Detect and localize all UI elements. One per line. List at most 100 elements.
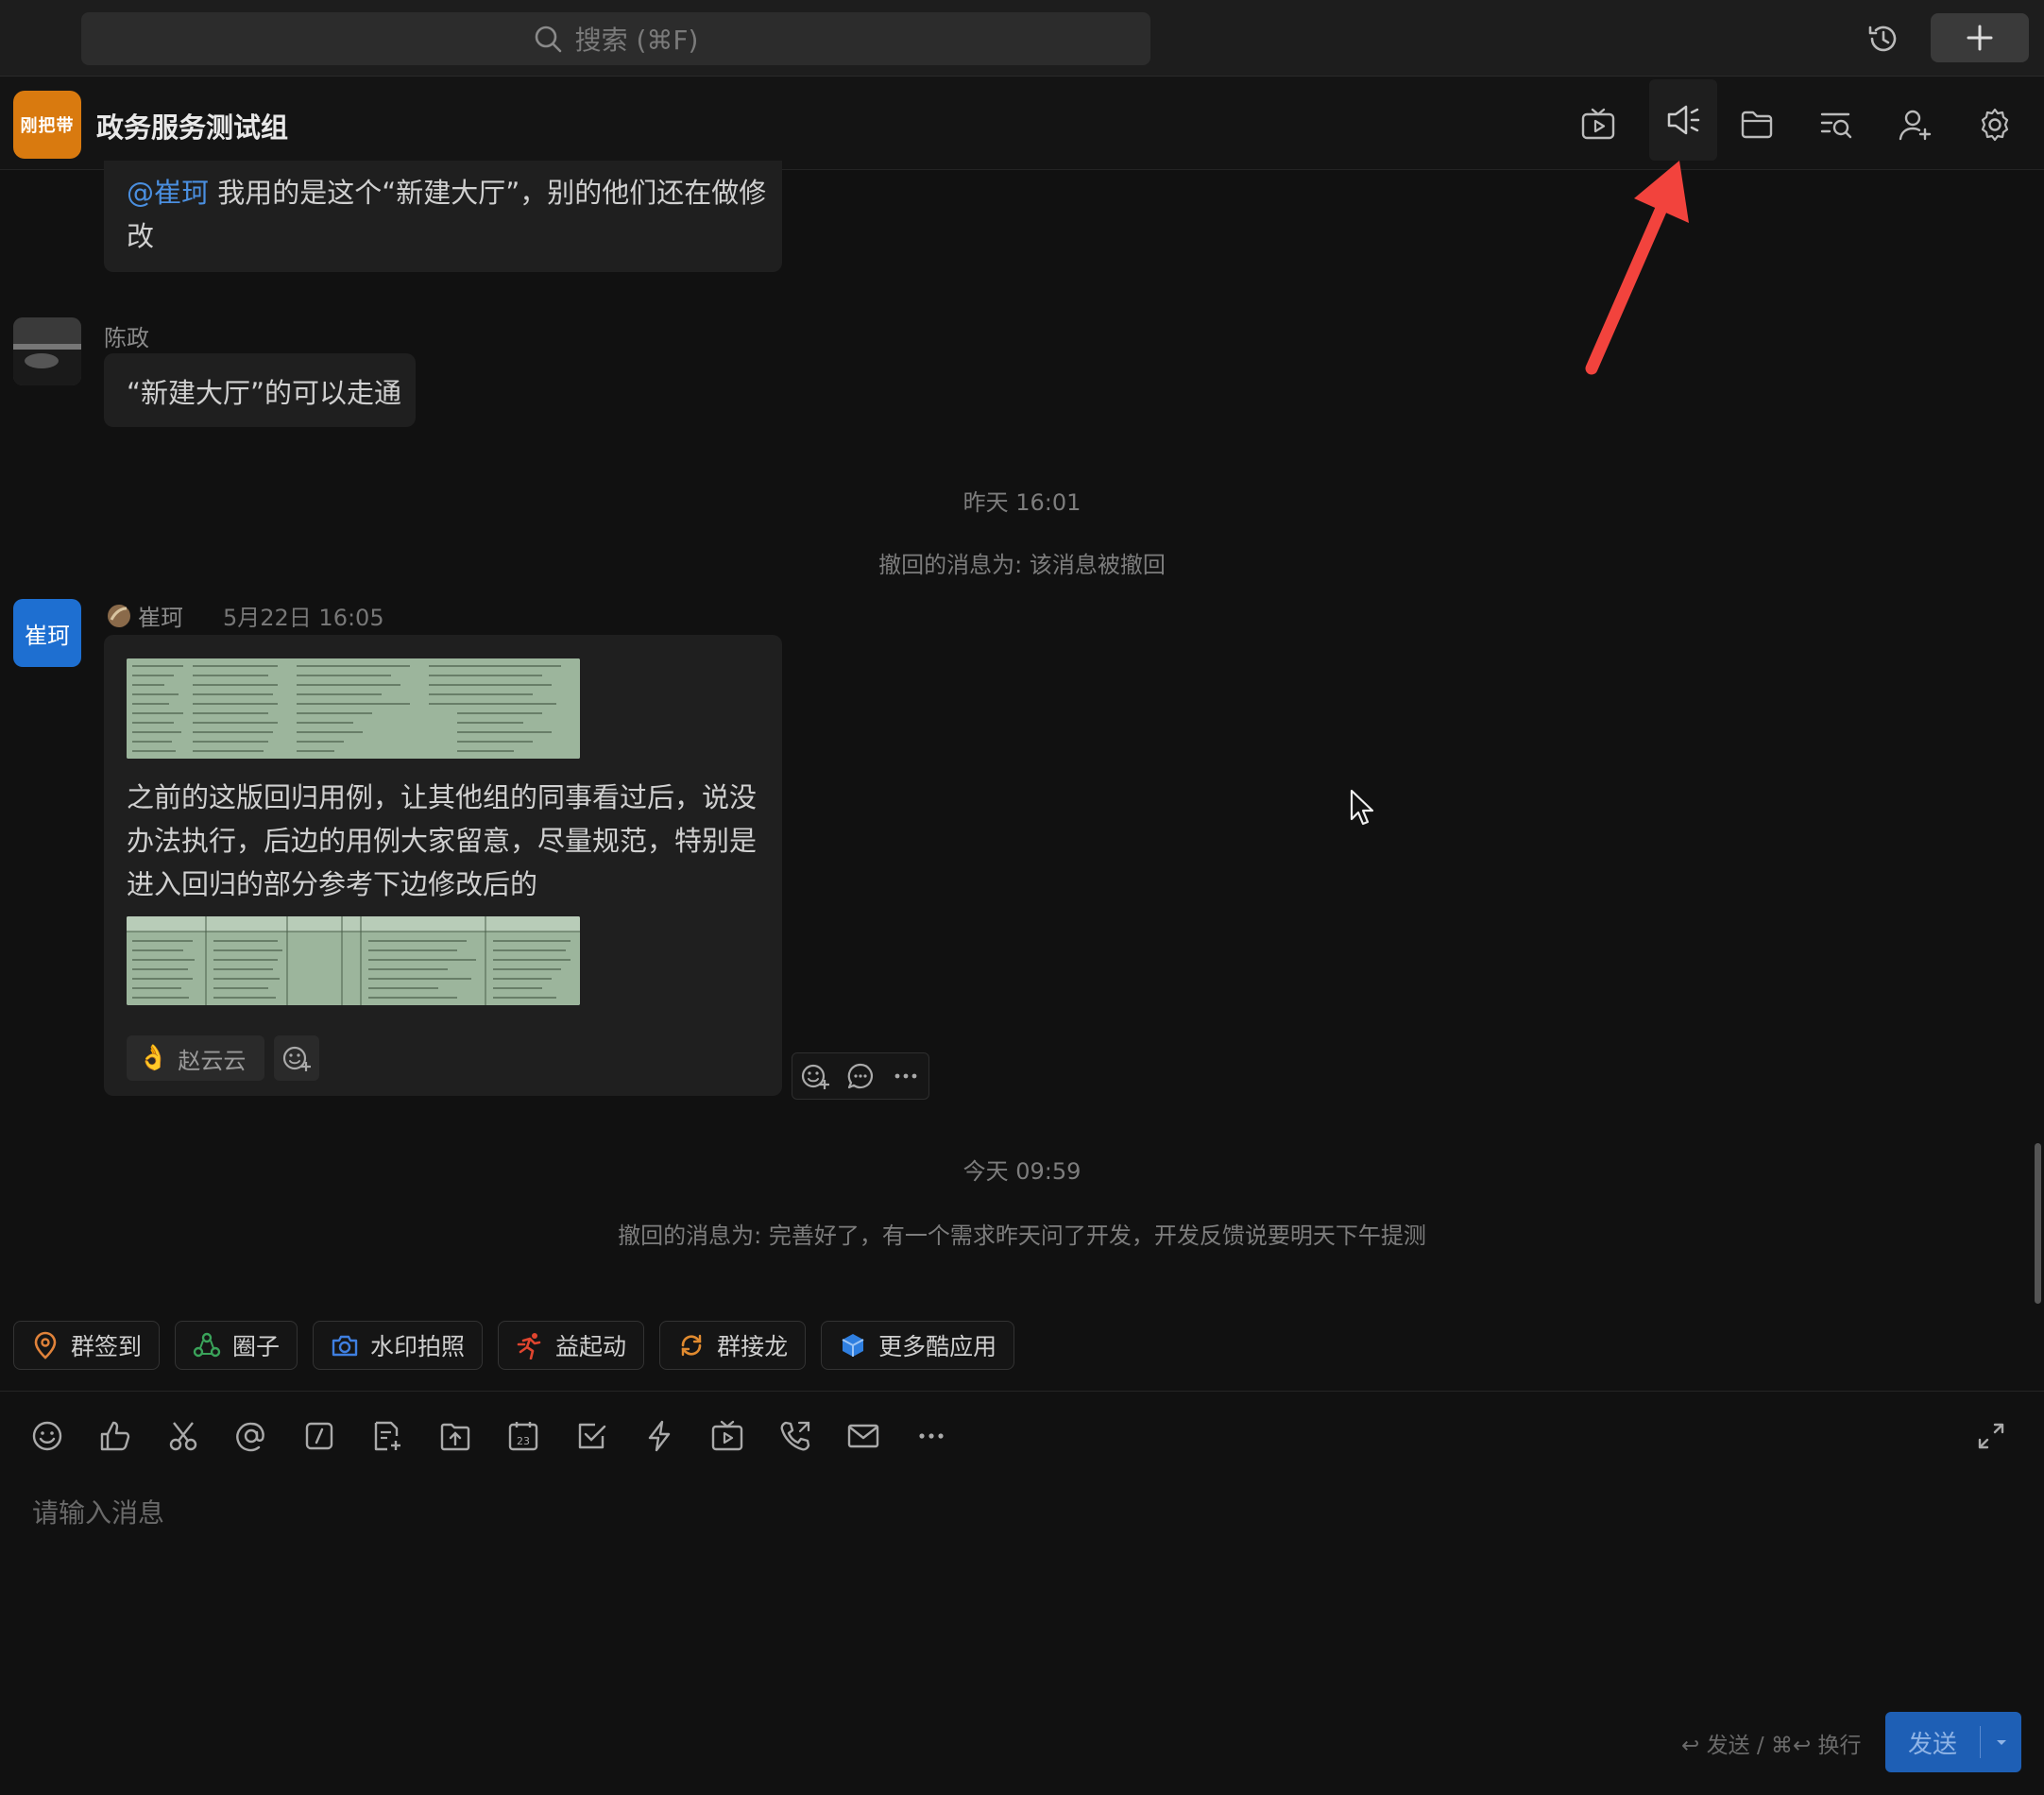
- app-label: 群接龙: [717, 1333, 789, 1360]
- send-options-button[interactable]: [1981, 1712, 2021, 1772]
- avatar[interactable]: [13, 317, 81, 385]
- more-tools-button[interactable]: [911, 1415, 952, 1457]
- app-label: 水印拍照: [370, 1333, 466, 1360]
- app-label: 益起动: [555, 1333, 627, 1360]
- tv-play-icon: [710, 1419, 744, 1453]
- sender-name[interactable]: 崔珂: [138, 599, 183, 632]
- upload-file-button[interactable]: [434, 1415, 476, 1457]
- app-shortcut-watermark-camera[interactable]: 水印拍照: [313, 1321, 484, 1370]
- app-shortcut-charity-run[interactable]: 益起动: [498, 1321, 645, 1370]
- live-stream-button[interactable]: [707, 1415, 748, 1457]
- gear-icon: [1977, 107, 2013, 143]
- reaction-chip[interactable]: 👌 赵云云: [127, 1035, 264, 1081]
- task-button[interactable]: [571, 1415, 612, 1457]
- message-time: 5月22日 16:05: [223, 605, 384, 631]
- emoji-button[interactable]: [26, 1415, 68, 1457]
- relay-icon: [677, 1331, 706, 1359]
- search-history-button[interactable]: [1808, 98, 1865, 151]
- slash-icon: [302, 1419, 336, 1453]
- live-button[interactable]: [1570, 98, 1627, 151]
- app-shortcut-circle[interactable]: 圈子: [175, 1321, 298, 1370]
- phone-icon: [778, 1419, 812, 1453]
- more-icon[interactable]: [891, 1061, 921, 1091]
- message-text: “新建大厅”的可以走通: [127, 377, 402, 409]
- timestamp-divider: 今天 09:59: [962, 1158, 1082, 1185]
- search-bar[interactable]: 搜索 (⌘F): [81, 12, 1150, 65]
- send-button[interactable]: 发送: [1885, 1712, 1980, 1772]
- ok-hand-icon: 👌: [138, 1044, 169, 1072]
- plus-icon: [1966, 24, 1994, 52]
- reply-comment-icon[interactable]: [845, 1061, 876, 1091]
- more-icon: [914, 1419, 948, 1453]
- at-sign-icon: [234, 1419, 268, 1453]
- sender-name[interactable]: 陈政: [104, 319, 149, 352]
- add-button[interactable]: [1931, 13, 2029, 62]
- message-input[interactable]: 请输入消息: [32, 1493, 1449, 1530]
- message-text-line: 办法执行，后边的用例大家留意，尽量规范，特别是: [127, 825, 758, 857]
- command-button[interactable]: [298, 1415, 340, 1457]
- status-badge-icon: [106, 603, 132, 629]
- composer-divider: [0, 1391, 2044, 1392]
- red-arrow-annotation: [1585, 161, 1689, 375]
- calendar-button[interactable]: 23: [502, 1415, 544, 1457]
- app-shortcut-checkin[interactable]: 群签到: [13, 1321, 161, 1370]
- cube-apps-icon: [839, 1331, 867, 1359]
- mouse-cursor-icon: [1350, 789, 1374, 826]
- avatar[interactable]: 崔珂: [13, 599, 81, 667]
- message-meta: 崔珂 5月22日 16:05: [106, 599, 384, 632]
- folder-icon: [1739, 107, 1775, 143]
- recall-notice: 撤回的消息为: 该消息被撤回: [878, 552, 1166, 578]
- chat-title[interactable]: 政务服务测试组: [96, 106, 288, 145]
- calendar-icon: 23: [506, 1419, 540, 1453]
- upload-folder-icon: [438, 1419, 472, 1453]
- mail-button[interactable]: [843, 1415, 884, 1457]
- app-shortcut-more-apps[interactable]: 更多酷应用: [821, 1321, 1015, 1370]
- doc-button[interactable]: [366, 1415, 408, 1457]
- message-actions: [792, 1052, 929, 1100]
- svg-text:23: 23: [517, 1435, 530, 1447]
- add-emoji-icon: [281, 1043, 312, 1073]
- circle-group-icon: [193, 1331, 221, 1359]
- smiley-icon: [30, 1419, 64, 1453]
- add-reaction-button[interactable]: [274, 1035, 319, 1081]
- search-placeholder: 搜索 (⌘F): [574, 25, 699, 56]
- message-text-line: 之前的这版回归用例，让其他组的同事看过后，说没: [127, 781, 758, 813]
- message-text: @崔珂 我用的是这个“新建大厅”，别的他们还在做修 改: [127, 171, 778, 258]
- message-input-placeholder: 请输入消息: [32, 1497, 165, 1529]
- tv-play-icon: [1580, 107, 1616, 143]
- history-button[interactable]: [1859, 17, 1908, 60]
- app-label: 圈子: [232, 1333, 281, 1360]
- group-avatar[interactable]: 刚把带: [13, 91, 81, 159]
- expand-icon: [1976, 1421, 2006, 1451]
- app-label: 更多酷应用: [878, 1333, 997, 1360]
- screenshot-button[interactable]: [162, 1415, 204, 1457]
- emoji-react-icon[interactable]: [800, 1061, 830, 1091]
- spreadsheet-thumbnail: [127, 916, 580, 1005]
- reaction-user: 赵云云: [178, 1047, 247, 1074]
- mention-link[interactable]: @崔珂: [127, 177, 209, 209]
- location-pin-icon: [31, 1331, 60, 1359]
- scrollbar[interactable]: [2035, 1143, 2041, 1304]
- settings-button[interactable]: [1967, 98, 2023, 151]
- message-text-line: 进入回归的部分参考下边修改后的: [127, 868, 538, 900]
- search-icon: [534, 25, 562, 53]
- app-shortcut-relay[interactable]: 群接龙: [659, 1321, 807, 1370]
- history-icon: [1866, 22, 1900, 56]
- image-attachment[interactable]: [127, 916, 580, 1005]
- send-shortcut-hint: ↩ 发送 / ⌘↩ 换行: [1681, 1734, 1862, 1758]
- recall-notice: 撤回的消息为: 完善好了，有一个需求昨天问了开发，开发反馈说要明天下午提测: [618, 1222, 1426, 1249]
- app-label: 群签到: [71, 1333, 143, 1360]
- image-attachment[interactable]: [127, 658, 580, 759]
- envelope-icon: [846, 1419, 880, 1453]
- expand-composer-button[interactable]: [1970, 1415, 2012, 1457]
- files-button[interactable]: [1729, 98, 1785, 151]
- mention-button[interactable]: [230, 1415, 272, 1457]
- add-member-button[interactable]: [1887, 98, 1944, 151]
- timestamp-divider: 昨天 16:01: [962, 489, 1082, 516]
- checkbox-icon: [574, 1419, 608, 1453]
- call-button[interactable]: [775, 1415, 816, 1457]
- ding-button[interactable]: [639, 1415, 680, 1457]
- like-button[interactable]: [94, 1415, 136, 1457]
- announcement-button[interactable]: [1649, 79, 1717, 161]
- app-shortcuts: 群签到 圈子 水印拍照 益起动 群接龙 更多酷应用: [13, 1321, 1015, 1370]
